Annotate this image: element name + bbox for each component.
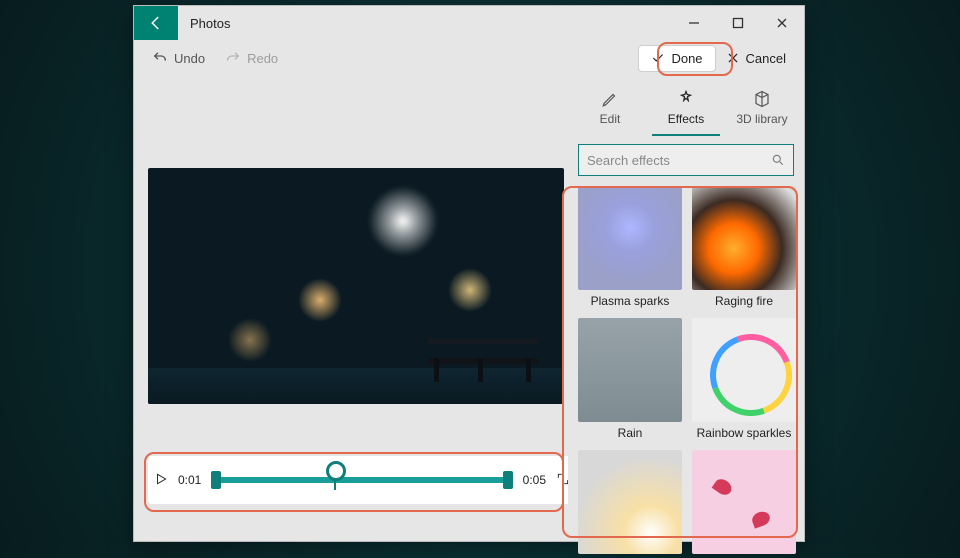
title-bar: Photos [134, 6, 804, 40]
playhead[interactable] [326, 461, 346, 481]
effect-label: Plasma sparks [591, 294, 670, 308]
current-time: 0:01 [178, 473, 201, 487]
main-area: 0:01 0:05 Edit Effects [134, 76, 804, 541]
trim-end-handle[interactable] [503, 471, 513, 489]
redo-button[interactable]: Redo [215, 50, 288, 66]
done-button[interactable]: Done [638, 45, 715, 72]
undo-label: Undo [174, 51, 205, 66]
cancel-button[interactable]: Cancel [716, 45, 796, 72]
photos-window: Photos Undo Redo Done Cancel [133, 5, 805, 542]
redo-label: Redo [247, 51, 278, 66]
effect-thumbnail [578, 186, 682, 290]
effect-label: Raging fire [715, 294, 773, 308]
side-panel: Edit Effects 3D library Search effects [568, 76, 804, 541]
side-tabs: Edit Effects 3D library [568, 76, 804, 132]
toolbar: Undo Redo Done Cancel [134, 40, 804, 76]
minimize-button[interactable] [672, 6, 716, 40]
cancel-label: Cancel [746, 51, 786, 66]
effect-rainbow-sparkles[interactable]: Rainbow sparkles [692, 318, 796, 440]
effect-rain[interactable]: Rain [578, 318, 682, 440]
close-button[interactable] [760, 6, 804, 40]
effect-thumbnail [578, 450, 682, 554]
trim-slider[interactable] [211, 471, 512, 489]
effect-thumbnail [692, 450, 796, 554]
app-title: Photos [178, 6, 242, 40]
tab-3d-library[interactable]: 3D library [724, 84, 800, 132]
tab-effects[interactable]: Effects [648, 84, 724, 132]
effect-thumbnail [692, 186, 796, 290]
effect-item[interactable] [578, 450, 682, 558]
effect-thumbnail [692, 318, 796, 422]
play-button[interactable] [154, 472, 168, 489]
search-icon [771, 153, 785, 167]
effect-item[interactable] [692, 450, 796, 558]
effects-grid: Plasma sparks Raging fire Rain Rainbow s… [568, 186, 804, 558]
trim-start-handle[interactable] [211, 471, 221, 489]
undo-button[interactable]: Undo [142, 50, 215, 66]
effect-plasma-sparks[interactable]: Plasma sparks [578, 186, 682, 308]
tab-library-label: 3D library [736, 112, 787, 126]
effect-label: Rainbow sparkles [697, 426, 792, 440]
total-time: 0:05 [523, 473, 546, 487]
tab-underline [652, 134, 720, 136]
back-button[interactable] [134, 6, 178, 40]
tab-edit[interactable]: Edit [572, 84, 648, 132]
effect-raging-fire[interactable]: Raging fire [692, 186, 796, 308]
search-placeholder: Search effects [587, 153, 771, 168]
tab-edit-label: Edit [600, 112, 621, 126]
done-label: Done [671, 51, 702, 66]
video-preview[interactable] [148, 168, 564, 404]
tab-effects-label: Effects [668, 112, 704, 126]
maximize-button[interactable] [716, 6, 760, 40]
effect-thumbnail [578, 318, 682, 422]
effect-label: Rain [618, 426, 643, 440]
player-controls: 0:01 0:05 [148, 456, 576, 504]
search-effects-input[interactable]: Search effects [578, 144, 794, 176]
